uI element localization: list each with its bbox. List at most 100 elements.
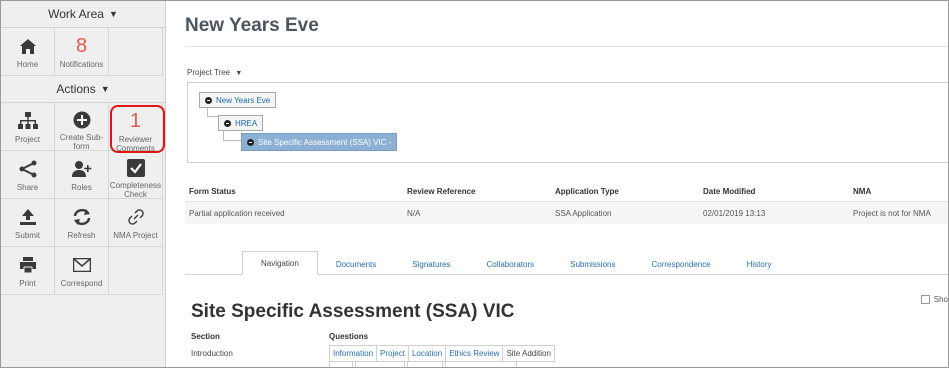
actions-grid: Project Create Sub-form 1 Reviewer Comme… [1, 103, 165, 295]
empty-tile [109, 28, 163, 76]
question-location-button[interactable]: Location [409, 346, 447, 361]
tab-documents[interactable]: Documents [318, 253, 394, 275]
tab-navigation[interactable]: Navigation [242, 251, 318, 275]
questions-header: Questions [329, 332, 369, 341]
table-cell: Partial application received [189, 208, 285, 218]
refresh-icon [72, 207, 92, 227]
main-content: New Years Eve Project Tree ▼ New Years E… [166, 1, 948, 367]
table-cell: 02/01/2019 13:13 [703, 208, 766, 218]
home-icon [19, 36, 37, 56]
plus-circle-icon [73, 111, 91, 129]
submit-button[interactable]: Submit [1, 199, 55, 247]
print-button[interactable]: Print [1, 247, 55, 295]
refresh-button[interactable]: Refresh [55, 199, 109, 247]
title-divider [185, 46, 948, 47]
completeness-check-label: Completeness Check [109, 181, 162, 199]
tree-node-label: New Years Eve [216, 95, 271, 105]
collapse-icon [205, 96, 212, 104]
show-checkbox[interactable]: Sho [920, 295, 948, 304]
project-button[interactable]: Project [1, 103, 55, 151]
table-cell: SSA Application [555, 208, 612, 218]
table-cell: Project is not for NMA [853, 208, 931, 218]
question-buttons: Information Project Location Ethics Revi… [329, 345, 555, 362]
refresh-label: Refresh [67, 231, 96, 240]
question-site-addition-button[interactable]: Site Addition [503, 346, 553, 361]
roles-button[interactable]: Roles [55, 151, 109, 199]
tree-node-root[interactable]: New Years Eve [199, 92, 277, 108]
project-tree-toggle[interactable]: Project Tree ▼ [187, 68, 242, 77]
collapse-icon [247, 138, 254, 146]
tab-submissions[interactable]: Submissions [552, 253, 633, 275]
nma-project-label: NMA Project [113, 231, 158, 240]
tab-signatures[interactable]: Signatures [394, 253, 468, 275]
section-header: Section [191, 332, 220, 341]
page-title: New Years Eve [185, 15, 319, 36]
work-area-header[interactable]: Work Area ▼ [1, 1, 165, 28]
share-label: Share [16, 183, 39, 192]
partial-button [445, 361, 517, 367]
print-icon [19, 255, 37, 275]
chevron-down-icon: ▼ [100, 84, 110, 94]
column-header: Date Modified [703, 186, 756, 196]
nma-project-button[interactable]: NMA Project [109, 199, 163, 247]
sidebar: Work Area ▼ Home 8 Notifications Actions… [1, 1, 166, 367]
app-window: Work Area ▼ Home 8 Notifications Actions… [0, 0, 949, 368]
chevron-down-icon: ▼ [235, 70, 243, 77]
tree-node-hrea[interactable]: HREA [218, 115, 264, 131]
tab-history[interactable]: History [729, 253, 790, 275]
tab-correspondence[interactable]: Correspondence [633, 253, 728, 275]
question-information-button[interactable]: Information [330, 346, 378, 361]
checkbox-icon [126, 159, 145, 177]
form-title: Site Specific Assessment (SSA) VIC [191, 301, 515, 322]
column-header: Application Type [555, 186, 619, 196]
chevron-down-icon: ▼ [108, 9, 118, 19]
notifications-label: Notifications [59, 60, 104, 69]
home-label: Home [16, 60, 39, 69]
project-tree-label: Project Tree [187, 68, 231, 77]
create-sub-form-button[interactable]: Create Sub-form [55, 103, 109, 151]
sitemap-icon [17, 111, 38, 131]
form-status-table: Form Status Review Reference Application… [185, 181, 948, 224]
column-header: NMA [853, 186, 872, 196]
partial-button [329, 361, 353, 367]
tree-node-ssa[interactable]: Site Specific Assessment (SSA) VIC - [241, 133, 398, 151]
tree-node-label: HREA [235, 118, 258, 128]
correspond-button[interactable]: Correspond [55, 247, 109, 295]
envelope-icon [72, 255, 91, 275]
partial-button [407, 361, 443, 367]
share-button[interactable]: Share [1, 151, 55, 199]
submit-label: Submit [15, 231, 40, 240]
tab-collaborators[interactable]: Collaborators [469, 253, 553, 275]
create-sub-form-label: Create Sub-form [59, 133, 104, 151]
notifications-count: 8 [75, 35, 88, 57]
notifications-button[interactable]: 8 Notifications [55, 28, 109, 76]
work-area-label: Work Area [48, 7, 104, 21]
section-introduction[interactable]: Introduction [191, 349, 233, 358]
work-area-grid: Home 8 Notifications [1, 28, 165, 76]
question-buttons-next-row [329, 361, 519, 367]
actions-label: Actions [56, 82, 96, 96]
correspond-label: Correspond [60, 279, 103, 288]
add-user-icon [71, 159, 92, 179]
home-button[interactable]: Home [1, 28, 55, 76]
actions-header[interactable]: Actions ▼ [1, 76, 165, 103]
link-icon [127, 207, 145, 227]
column-header: Review Reference [407, 186, 476, 196]
roles-label: Roles [71, 183, 92, 192]
share-icon [19, 159, 37, 179]
reviewer-comments-count: 1 [129, 110, 142, 132]
show-label: Sho [933, 295, 948, 304]
completeness-check-button[interactable]: Completeness Check [109, 151, 163, 199]
table-header-row: Form Status Review Reference Application… [185, 181, 948, 202]
empty-tile [109, 247, 163, 295]
project-label: Project [15, 135, 40, 144]
print-label: Print [19, 279, 36, 288]
table-row: Partial application received N/A SSA App… [185, 202, 948, 224]
checkbox-icon [920, 295, 930, 304]
reviewer-comments-button[interactable]: 1 Reviewer Comments [109, 103, 163, 153]
question-ethics-review-button[interactable]: Ethics Review [446, 346, 504, 361]
tree-node-label: Site Specific Assessment (SSA) VIC - [258, 137, 392, 147]
question-project-button[interactable]: Project [377, 346, 409, 361]
tab-bar: Navigation Documents Signatures Collabor… [242, 251, 790, 275]
partial-button [355, 361, 405, 367]
